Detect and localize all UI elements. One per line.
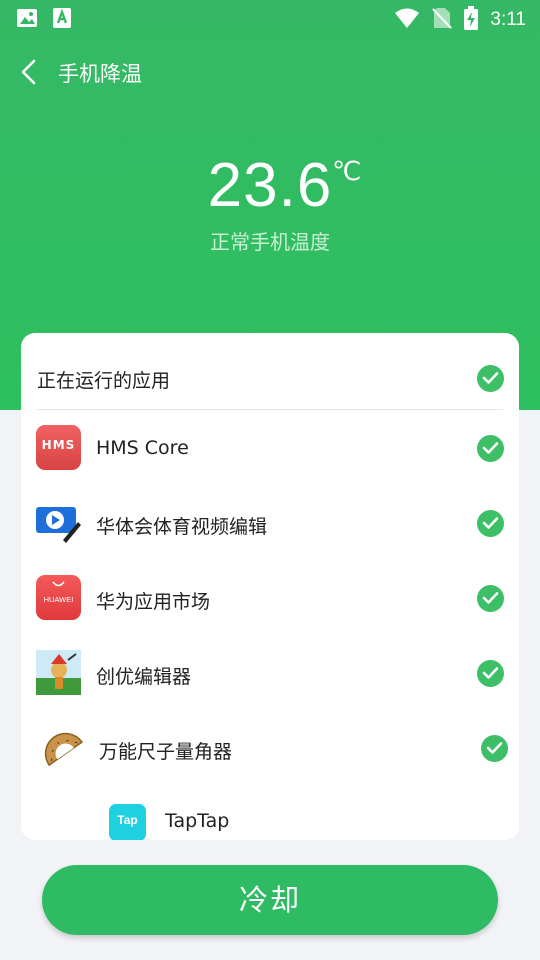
- check-icon[interactable]: [481, 735, 508, 762]
- app-row[interactable]: HUAWEI 华为应用市场: [21, 563, 519, 635]
- app-name: HMS Core: [96, 437, 189, 459]
- check-icon[interactable]: [477, 510, 504, 537]
- app-name: 华体会体育视频编辑: [96, 516, 268, 538]
- wifi-icon: [394, 7, 420, 33]
- status-bar: 3:11: [0, 0, 540, 36]
- chuangyou-editor-icon: [36, 650, 81, 695]
- app-name: TapTap: [165, 810, 230, 832]
- app-name: 创优编辑器: [96, 666, 192, 688]
- no-sim-icon: [432, 7, 453, 33]
- check-icon[interactable]: [477, 435, 504, 462]
- temperature-display: 23.6 ℃: [0, 150, 540, 221]
- chevron-left-icon: [21, 59, 36, 85]
- app-row[interactable]: 创优编辑器: [21, 638, 519, 710]
- temperature-value-wrap: 23.6 ℃: [207, 150, 362, 221]
- nav-bar: 手机降温: [0, 48, 540, 96]
- video-editor-icon: [36, 500, 81, 545]
- hms-icon-text: HMS: [41, 438, 76, 452]
- battery-charging-icon: [464, 6, 479, 34]
- app-name: 万能尺子量角器: [99, 741, 233, 763]
- status-time: 3:11: [490, 9, 526, 30]
- app-row[interactable]: 万能尺子量角器: [21, 713, 519, 785]
- gallery-icon: [16, 7, 38, 33]
- taptap-icon-text: Tap: [117, 813, 138, 827]
- font-a-icon: [52, 7, 72, 33]
- temperature-value: 23.6: [207, 151, 333, 220]
- taptap-icon: Tap: [109, 804, 146, 840]
- running-apps-title: 正在运行的应用: [37, 370, 171, 392]
- check-icon[interactable]: [477, 585, 504, 612]
- app-name: 华为应用市场: [96, 591, 211, 613]
- app-row[interactable]: HMS HMS Core: [21, 413, 519, 485]
- select-all-check-icon[interactable]: [477, 365, 504, 392]
- cool-button[interactable]: 冷却: [42, 865, 498, 935]
- running-apps-header: 正在运行的应用: [37, 333, 504, 410]
- back-button[interactable]: [18, 58, 42, 86]
- protractor-icon: [39, 725, 84, 770]
- hms-core-icon: HMS: [36, 425, 81, 470]
- huawei-icon-text: HUAWEI: [43, 595, 74, 604]
- app-row[interactable]: 华体会体育视频编辑: [21, 488, 519, 560]
- check-icon[interactable]: [477, 660, 504, 687]
- app-row[interactable]: Tap TapTap: [21, 791, 519, 840]
- huawei-appgallery-icon: HUAWEI: [36, 575, 81, 620]
- temperature-caption: 正常手机温度: [210, 230, 330, 254]
- page-title: 手机降温: [58, 62, 142, 86]
- temperature-unit: ℃: [332, 156, 363, 186]
- running-apps-card: 正在运行的应用 HMS HMS Core 华体会体育视频编辑 HUAWEI 华为…: [21, 333, 519, 840]
